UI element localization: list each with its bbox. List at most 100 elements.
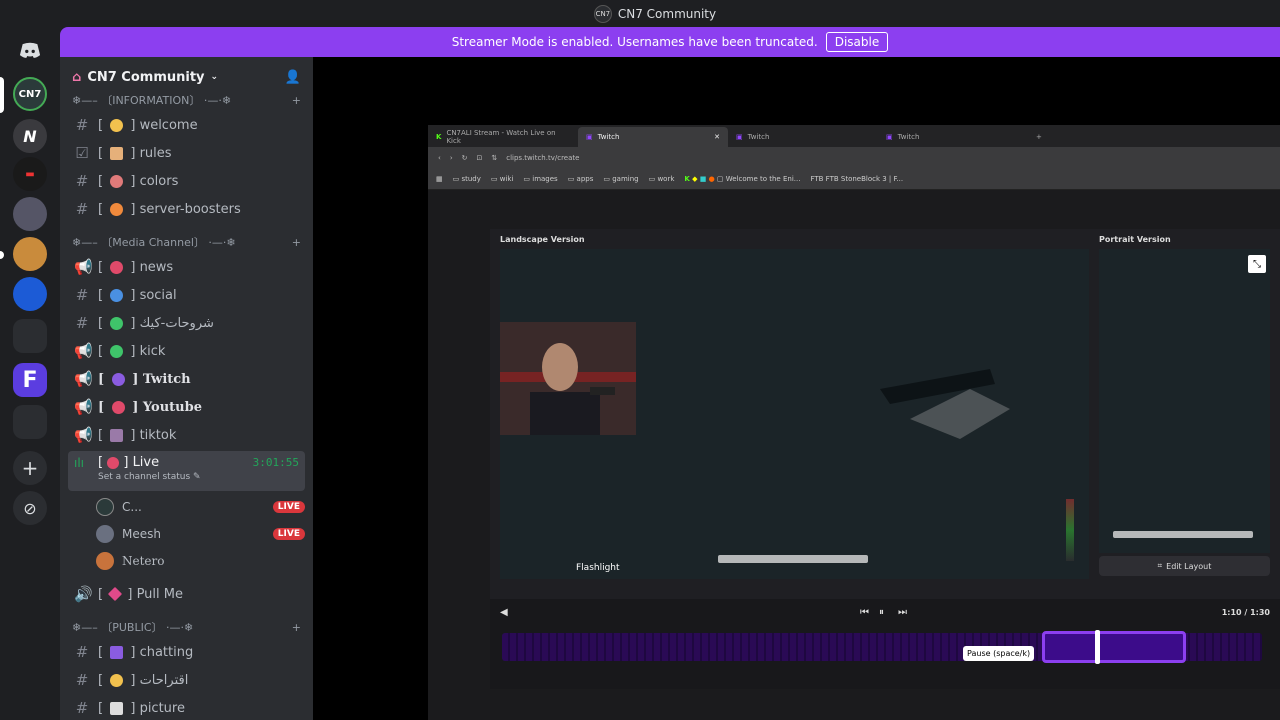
server-folder-2-icon[interactable] bbox=[13, 405, 47, 439]
channel-kick[interactable]: 📢[ ] kick bbox=[60, 337, 313, 365]
avatar bbox=[96, 524, 114, 543]
game-hud-bar bbox=[718, 555, 868, 563]
channel-pull-me[interactable]: 🔊[ ] Pull Me bbox=[60, 580, 313, 608]
announcement-icon: 📢 bbox=[74, 398, 93, 416]
avatar bbox=[96, 497, 114, 516]
pause-icon[interactable]: ⏸ bbox=[879, 607, 884, 618]
skip-forward-icon[interactable]: ⏭ bbox=[898, 607, 907, 618]
add-server-icon[interactable]: + bbox=[13, 451, 47, 485]
disable-button[interactable]: Disable bbox=[825, 32, 889, 52]
banner-text: Streamer Mode is enabled. Usernames have… bbox=[451, 35, 818, 49]
voice-user[interactable]: C... LIVE bbox=[60, 493, 313, 520]
facecam-overlay bbox=[500, 322, 636, 435]
speaker-icon: 🔊 bbox=[74, 585, 93, 603]
collapse-icon[interactable]: ⤡ bbox=[1248, 255, 1266, 273]
landscape-preview[interactable]: Flashlight bbox=[500, 249, 1089, 579]
streamer-mode-banner: Streamer Mode is enabled. Usernames have… bbox=[60, 27, 1280, 57]
server-n-icon[interactable]: N bbox=[13, 119, 47, 153]
browser-toolbar: ‹ › ↻ ⊡ ⇅ clips.twitch.tv/create bbox=[428, 147, 1280, 169]
hash-icon: # bbox=[75, 699, 89, 717]
channel-welcome[interactable]: #[ ] welcome bbox=[60, 111, 313, 139]
channel-tiktok[interactable]: 📢[ ] tiktok bbox=[60, 421, 313, 449]
hash-icon: # bbox=[75, 643, 89, 661]
skip-back-icon[interactable]: ⏮ bbox=[860, 607, 869, 618]
pause-tooltip: Pause (space/k) bbox=[963, 646, 1035, 661]
browser-tabs: K CN7ALI Stream - Watch Live on Kick ▣ Twi… bbox=[428, 125, 1280, 147]
voice-user[interactable]: Netero bbox=[60, 547, 313, 574]
server-dog-icon[interactable] bbox=[13, 237, 47, 271]
add-channel-icon[interactable]: + bbox=[292, 94, 301, 107]
twitch-icon: ▣ bbox=[736, 133, 743, 141]
portrait-preview[interactable]: ⤡ bbox=[1099, 249, 1270, 553]
discord-home-icon[interactable] bbox=[13, 33, 47, 67]
channel-colors[interactable]: #[ ] colors bbox=[60, 167, 313, 195]
window-titlebar: CN7 CN7 Community bbox=[0, 0, 1280, 27]
bookmark-folder[interactable]: ▭ gaming bbox=[603, 175, 638, 183]
browser-tab-active[interactable]: ▣ Twitch ✕ bbox=[578, 127, 728, 147]
apps-grid-icon[interactable]: ▦ bbox=[436, 175, 443, 183]
channel-picture[interactable]: #[ ] picture bbox=[60, 694, 313, 720]
channel-youtube[interactable]: 📢[ ] Youtube bbox=[60, 393, 313, 421]
bookmark-folder[interactable]: ▭ apps bbox=[568, 175, 594, 183]
channel-sidebar: ⌂ CN7 Community ⌄ 👤 ❄—– 〔INFORMATION〕 ·—… bbox=[60, 57, 313, 720]
server-folder-icon[interactable] bbox=[13, 319, 47, 353]
channel-kick-tutorials[interactable]: #[ ] شروحات-كيك bbox=[60, 309, 313, 337]
server-red-logo-icon[interactable]: ▬ bbox=[13, 157, 47, 191]
reload-icon[interactable]: ↻ bbox=[462, 154, 468, 162]
channel-social[interactable]: #[ ] social bbox=[60, 281, 313, 309]
new-tab-icon[interactable]: + bbox=[1028, 127, 1058, 147]
bookmark-folder[interactable]: ▭ study bbox=[453, 175, 481, 183]
crop-icon: ⌗ bbox=[1157, 561, 1163, 570]
add-channel-icon[interactable]: + bbox=[292, 236, 301, 249]
bookmark-folder[interactable]: ▭ images bbox=[523, 175, 557, 183]
category-public[interactable]: ❄—– 〔PUBLIC〕 ·—·❄ + bbox=[60, 616, 313, 638]
clip-selection-range[interactable] bbox=[1041, 631, 1186, 663]
browser-tab[interactable]: ▣ Twitch bbox=[728, 127, 878, 147]
server-avatar-icon: CN7 bbox=[593, 4, 612, 23]
category-information[interactable]: ❄—– 〔INFORMATION〕 ·—·❄ + bbox=[60, 89, 313, 111]
invite-people-icon[interactable]: 👤 bbox=[285, 70, 301, 85]
clip-timeline[interactable] bbox=[502, 630, 1262, 664]
game-overlay-text: Flashlight bbox=[576, 563, 620, 573]
channel-news[interactable]: 📢[ ] news bbox=[60, 253, 313, 281]
server-avatar-person-icon[interactable] bbox=[13, 197, 47, 231]
back-icon[interactable]: ‹ bbox=[438, 154, 441, 162]
channel-rules[interactable]: ☑[ ] rules bbox=[60, 139, 313, 167]
twitch-icon: ▣ bbox=[886, 133, 893, 141]
set-channel-status[interactable]: Set a channel status ✎ bbox=[98, 472, 299, 482]
bookmark-icon[interactable]: ⊡ bbox=[477, 154, 483, 162]
streamed-browser-window: K CN7ALI Stream - Watch Live on Kick ▣ Twi… bbox=[428, 125, 1280, 720]
bookmark-link[interactable]: K ◆ ■ ● ▢ Welcome to the Eni... bbox=[684, 175, 800, 183]
hash-icon: # bbox=[75, 314, 89, 332]
playhead-handle[interactable] bbox=[1094, 630, 1100, 664]
voice-channel-live[interactable]: ılı [ ] Live 3:01:55 Set a channel statu… bbox=[68, 451, 305, 491]
category-media[interactable]: ❄—– 〔Media Channel〕 ·—·❄ + bbox=[60, 231, 313, 253]
browser-tab[interactable]: ▣ Twitch bbox=[878, 127, 1028, 147]
channel-twitch[interactable]: 📢[ ] Twitch bbox=[60, 365, 313, 393]
server-f-icon[interactable]: F bbox=[13, 363, 47, 397]
server-cn7-icon[interactable]: CN7 bbox=[13, 77, 47, 111]
server-blue-logo-icon[interactable] bbox=[13, 277, 47, 311]
forward-icon[interactable]: › bbox=[450, 154, 453, 162]
browser-tab[interactable]: K CN7ALI Stream - Watch Live on Kick bbox=[428, 127, 578, 147]
stream-view[interactable]: K CN7ALI Stream - Watch Live on Kick ▣ Twi… bbox=[313, 57, 1280, 720]
avatar bbox=[96, 551, 114, 570]
channel-server-boosters[interactable]: #[ ] server-boosters bbox=[60, 195, 313, 223]
site-info-icon[interactable]: ⇅ bbox=[491, 154, 497, 162]
chevron-down-icon: ⌄ bbox=[210, 72, 219, 82]
address-bar[interactable]: clips.twitch.tv/create bbox=[506, 154, 579, 162]
bookmark-link[interactable]: FTB FTB StoneBlock 3 | F... bbox=[810, 175, 903, 183]
explore-compass-icon[interactable]: ⊘ bbox=[13, 491, 47, 525]
channel-chatting[interactable]: #[ ] chatting bbox=[60, 638, 313, 666]
close-tab-icon[interactable]: ✕ bbox=[714, 133, 720, 141]
voice-user[interactable]: Meesh LIVE bbox=[60, 520, 313, 547]
volume-icon[interactable]: ◀ bbox=[500, 607, 508, 618]
voice-active-icon: ılı bbox=[74, 455, 85, 470]
edit-layout-button[interactable]: ⌗ Edit Layout bbox=[1099, 556, 1270, 576]
add-channel-icon[interactable]: + bbox=[292, 621, 301, 634]
bookmark-folder[interactable]: ▭ wiki bbox=[491, 175, 514, 183]
server-list: CN7 N ▬ F + ⊘ bbox=[0, 27, 60, 720]
bookmark-folder[interactable]: ▭ work bbox=[649, 175, 675, 183]
hash-icon: # bbox=[75, 671, 89, 689]
channel-suggestions[interactable]: #[ ] اقتراحات bbox=[60, 666, 313, 694]
